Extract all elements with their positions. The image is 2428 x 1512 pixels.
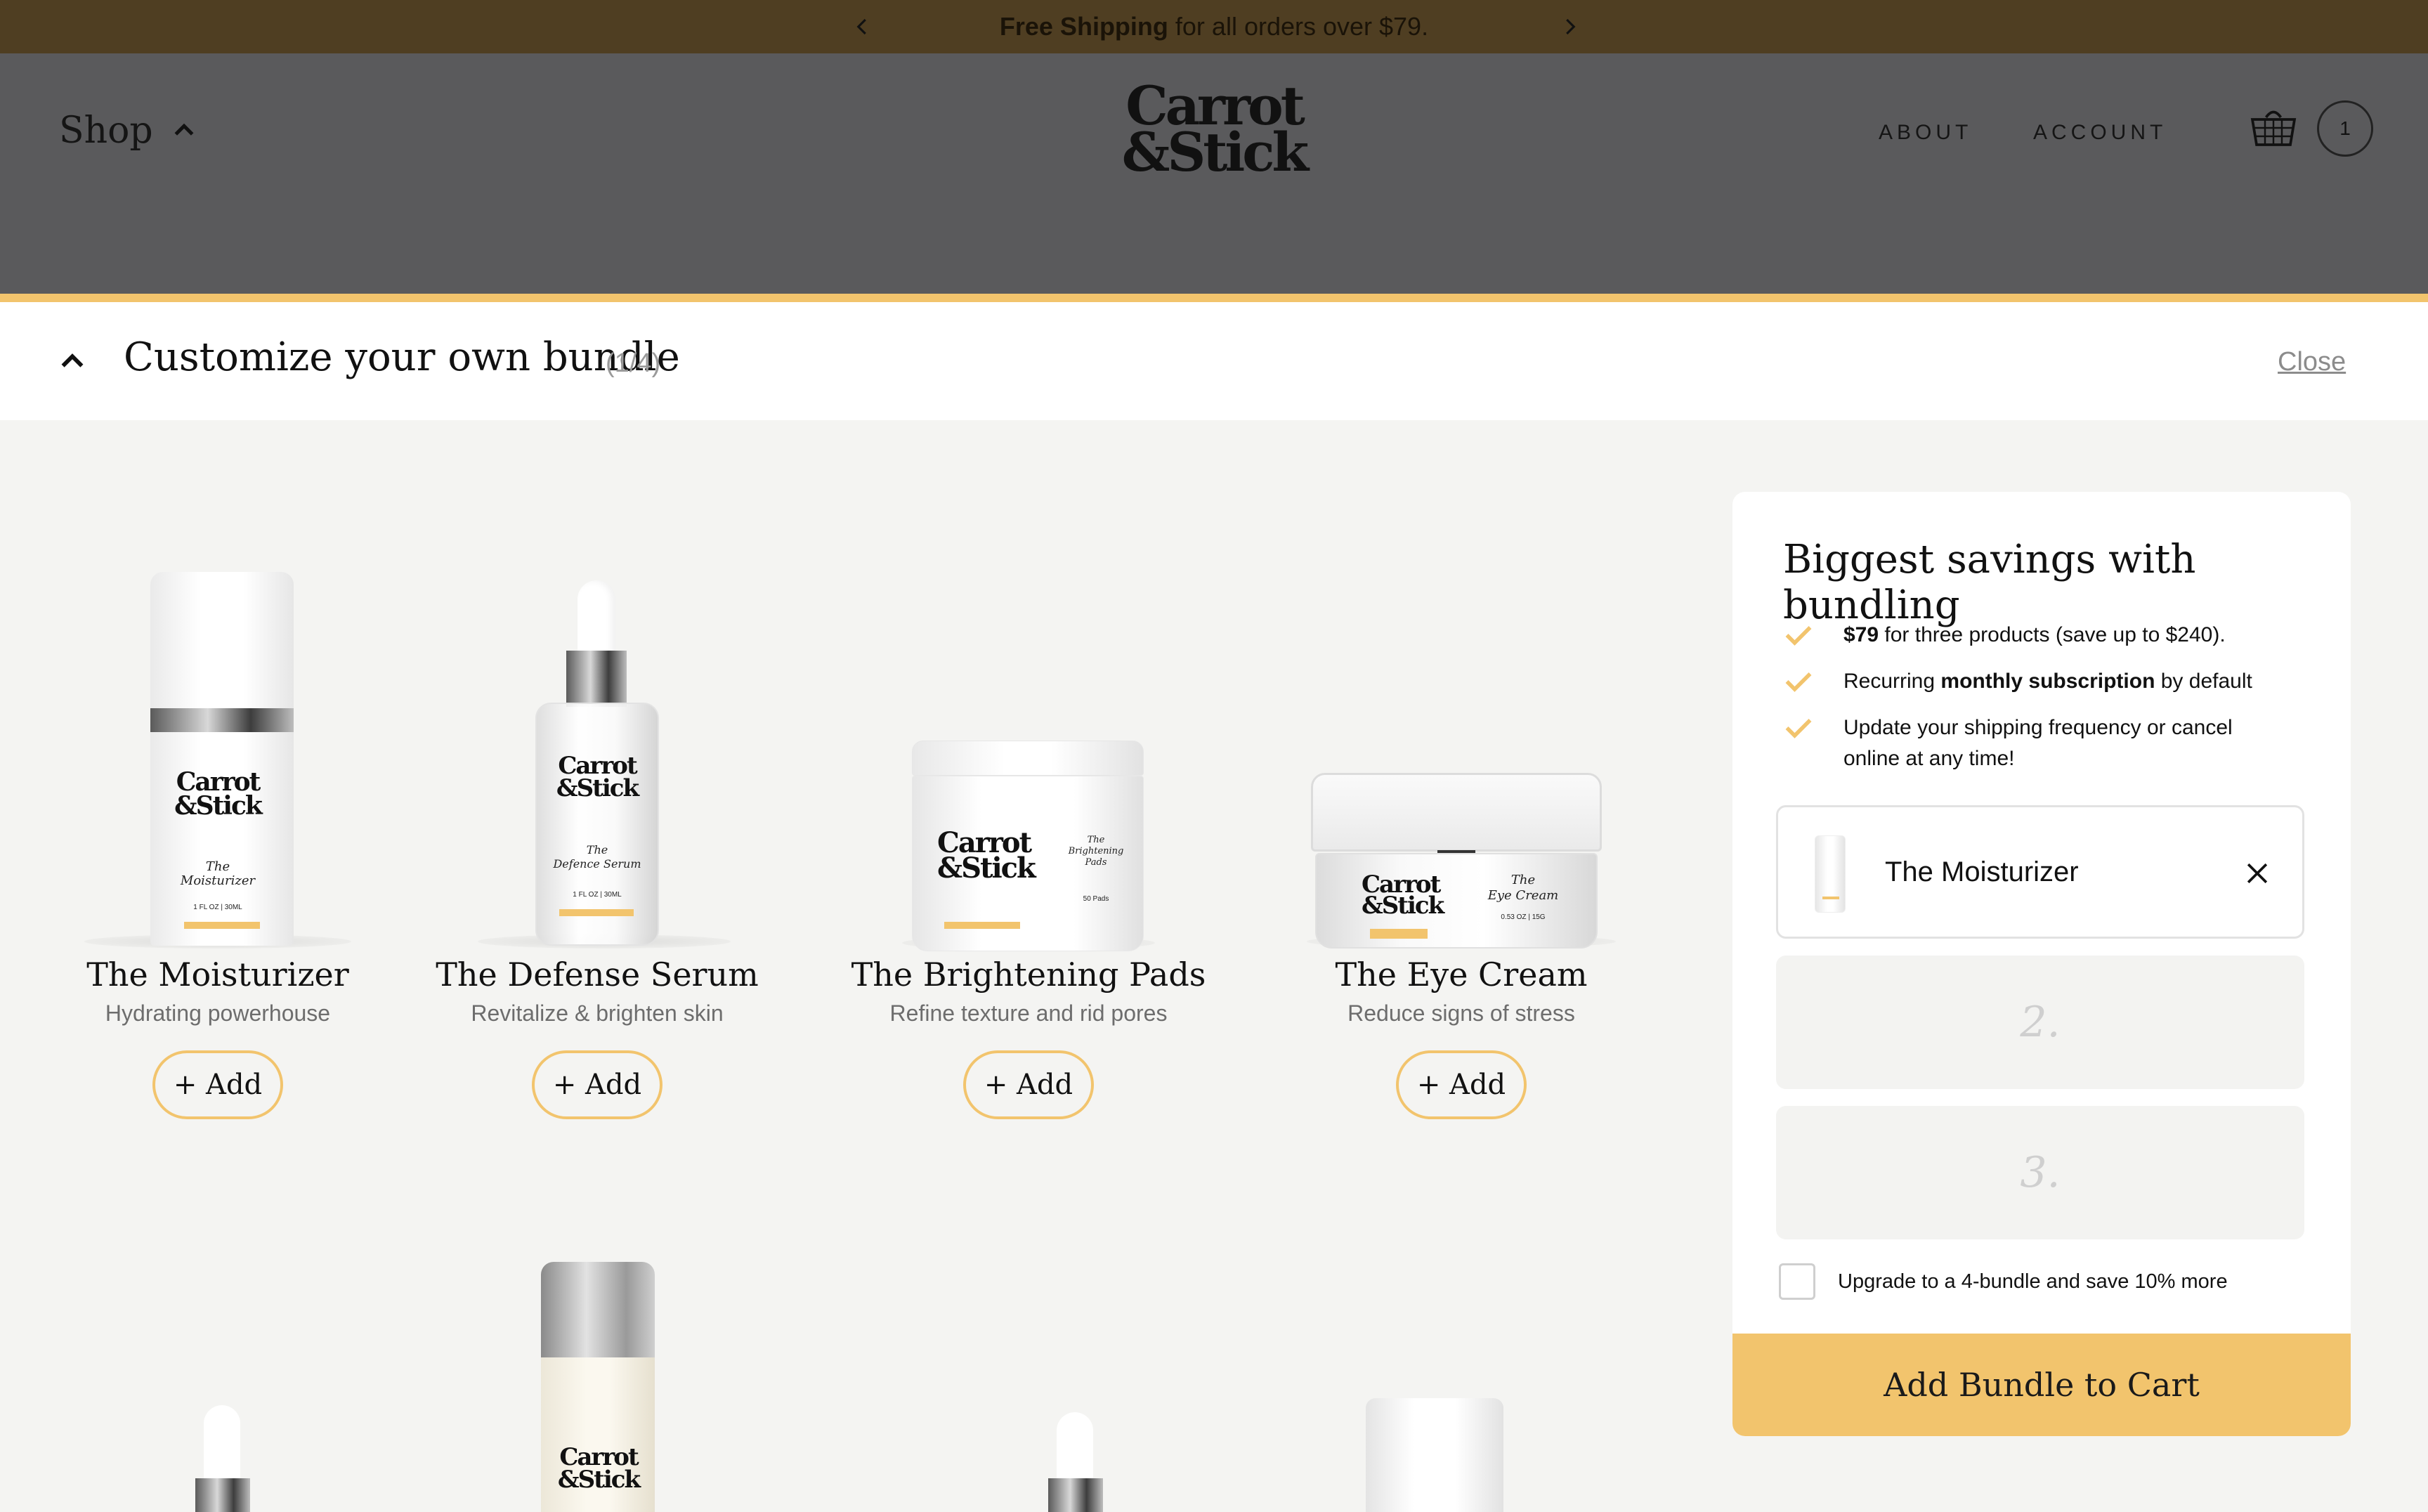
brand-logo[interactable]: Carrot &Stick	[1117, 79, 1311, 188]
close-icon[interactable]	[2242, 858, 2273, 889]
bundle-count: (1/4)	[606, 348, 661, 378]
add-button[interactable]: + Add	[152, 1050, 283, 1119]
upgrade-label: Upgrade to a 4-bundle and save 10% more	[1838, 1270, 2228, 1293]
basket-icon[interactable]	[2248, 103, 2299, 153]
product-card: Carrot &Stick The Defence Serum 1 FL OZ | …	[400, 562, 794, 1119]
product-name: The Brightening Pads	[851, 956, 1206, 993]
add-button[interactable]: + Add	[532, 1050, 663, 1119]
slot-number: 3.	[2020, 1148, 2061, 1197]
bundle-summary-panel: Biggest savings with bundling $79 for th…	[1732, 492, 2351, 1436]
slot-product-name: The Moisturizer	[1885, 856, 2079, 887]
panel-title: Biggest savings with bundling	[1783, 537, 2196, 628]
benefits-list: $79 for three products (save up to $240)…	[1783, 620, 2317, 790]
upgrade-option[interactable]: Upgrade to a 4-bundle and save 10% more	[1779, 1263, 2228, 1300]
product-image[interactable]: Carrot &Stick The Eye Cream 0.53 OZ | 15G	[1265, 562, 1658, 956]
product-description: Revitalize & brighten skin	[471, 1001, 724, 1026]
product-description: Refine texture and rid pores	[889, 1001, 1168, 1026]
product-card: Carrot &Stick The Moisturizer 1 FL OZ | 30…	[21, 562, 415, 1119]
upgrade-checkbox[interactable]	[1779, 1263, 1815, 1300]
bundle-header: Customize your own bundle (1/4) Close	[0, 302, 2428, 420]
product-image[interactable]: Carrot &Stick The Defence Serum 1 FL OZ | …	[400, 562, 794, 956]
chevron-up-icon[interactable]	[56, 344, 89, 377]
product-description: Reduce signs of stress	[1347, 1001, 1575, 1026]
announcement-bar: Free Shipping for all orders over $79.	[0, 0, 2428, 53]
product-thumbnail	[1815, 835, 1846, 913]
add-button[interactable]: + Add	[1396, 1050, 1527, 1119]
add-bundle-to-cart-button[interactable]: Add Bundle to Cart	[1732, 1334, 2351, 1436]
product-name: The Moisturizer	[86, 956, 349, 993]
cart-count-badge[interactable]: 1	[2317, 100, 2373, 157]
product-card: Carrot &Stick The Eye Cream 0.53 OZ | 15G …	[1265, 562, 1658, 1119]
product-image[interactable]	[155, 1405, 295, 1512]
bundle-slot-2: 2.	[1776, 956, 2304, 1089]
slot-number: 2.	[2020, 998, 2061, 1047]
product-description: Hydrating powerhouse	[105, 1001, 331, 1026]
list-item: Recurring monthly subscription by defaul…	[1783, 666, 2317, 697]
shop-menu-toggle[interactable]: Shop	[59, 110, 198, 152]
close-link[interactable]: Close	[2278, 347, 2346, 377]
product-name: The Defense Serum	[436, 956, 759, 993]
chevron-up-icon	[174, 123, 194, 136]
product-image[interactable]	[1363, 1398, 1503, 1512]
shop-label: Shop	[59, 110, 153, 152]
product-name: The Eye Cream	[1335, 956, 1588, 993]
nav-about[interactable]: ABOUT	[1879, 121, 1972, 145]
list-item: $79 for three products (save up to $240)…	[1783, 620, 2317, 651]
bundle-title: Customize your own bundle	[124, 334, 680, 380]
chevron-right-icon[interactable]	[1553, 10, 1586, 44]
site-header: Shop Carrot &Stick ABOUT ACCOUNT 1	[0, 53, 2428, 294]
product-image[interactable]: Carrot &Stick The Brightening Pads 50 Pads	[832, 562, 1225, 956]
bundle-slot-3: 3.	[1776, 1106, 2304, 1239]
accent-divider	[0, 294, 2428, 302]
product-card: Carrot &Stick The Brightening Pads 50 Pads…	[832, 562, 1225, 1119]
bundle-slot-1: The Moisturizer	[1776, 805, 2304, 939]
check-icon	[1785, 672, 1812, 692]
list-item: Update your shipping frequency or cancel…	[1783, 712, 2317, 774]
add-button[interactable]: + Add	[963, 1050, 1094, 1119]
check-icon	[1785, 719, 1812, 738]
product-image[interactable]	[1007, 1412, 1148, 1512]
product-image[interactable]: Carrot &Stick The Moisturizer 1 FL OZ | 30…	[21, 562, 415, 956]
product-image[interactable]: Carrot &Stick	[535, 1262, 662, 1512]
check-icon	[1785, 626, 1812, 646]
chevron-left-icon[interactable]	[846, 10, 880, 44]
announcement-text: Free Shipping for all orders over $79.	[999, 12, 1429, 41]
nav-account[interactable]: ACCOUNT	[2033, 121, 2167, 145]
